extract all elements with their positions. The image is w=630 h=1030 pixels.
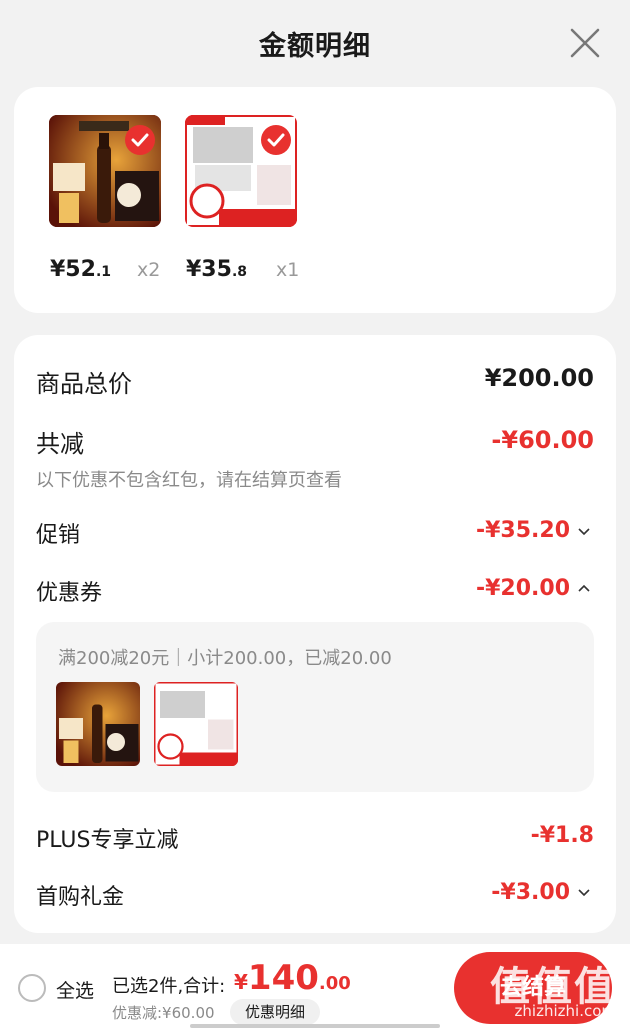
home-indicator[interactable] xyxy=(190,1024,440,1028)
coupon-label[interactable]: 优惠券 xyxy=(36,575,102,607)
coupon-product-image-beer xyxy=(56,682,140,766)
total-reduce-label: 共减 xyxy=(36,430,84,458)
coupon-product-image-book xyxy=(154,682,238,766)
total-amount: ¥140.00 xyxy=(234,958,351,998)
product-quantity: x2 xyxy=(137,259,161,281)
product-quantity: x1 xyxy=(276,259,300,281)
watermark-url: zhizhizhi.com xyxy=(514,1002,616,1020)
first-purchase-gift-value[interactable]: -¥3.00 xyxy=(491,880,570,905)
promo-label[interactable]: 促销 xyxy=(36,517,80,549)
chevron-up-icon[interactable] xyxy=(578,584,590,592)
chevron-down-icon[interactable] xyxy=(578,889,590,897)
discount-note: 以下优惠不包含红包，请在结算页查看 xyxy=(36,470,342,491)
product-price: ¥35.8 xyxy=(186,257,247,282)
plus-discount-label: PLUS专享立减 xyxy=(36,828,179,853)
selected-count: 已选2件,合计: xyxy=(112,976,226,997)
chevron-down-icon[interactable] xyxy=(578,528,590,536)
coupon-description: 满200减20元｜小计200.00，已减20.00 xyxy=(58,648,392,669)
coupon-value[interactable]: -¥20.00 xyxy=(476,576,570,601)
select-all-label[interactable]: 全选 xyxy=(56,976,94,1003)
radio-icon[interactable] xyxy=(18,974,46,1002)
product-price: ¥52.1 xyxy=(50,257,111,282)
total-price-label: 商品总价 xyxy=(36,370,132,398)
coupon-detail-box: 满200减20元｜小计200.00，已减20.00 xyxy=(36,622,594,792)
discount-detail-button[interactable]: 优惠明细 xyxy=(230,999,320,1025)
header: 金额明细 xyxy=(0,0,630,88)
product-image-beer[interactable] xyxy=(49,115,161,227)
plus-discount-value: -¥1.8 xyxy=(530,823,594,848)
first-purchase-gift-label[interactable]: 首购礼金 xyxy=(36,879,124,911)
product-image-book[interactable] xyxy=(185,115,297,227)
bottom-bar: 全选 已选2件,合计: ¥140.00 优惠减:¥60.00 优惠明细 去结算 … xyxy=(0,944,630,1030)
total-price-value: ¥200.00 xyxy=(484,364,594,392)
check-icon xyxy=(125,125,155,155)
promo-value[interactable]: -¥35.20 xyxy=(476,518,570,543)
products-card: ¥52.1 x2 ¥35.8 x1 xyxy=(14,87,616,313)
close-icon[interactable] xyxy=(568,26,602,60)
discount-summary: 优惠减:¥60.00 xyxy=(112,1004,215,1022)
check-icon xyxy=(261,125,291,155)
total-reduce-value: -¥60.00 xyxy=(491,426,594,454)
page-title: 金额明细 xyxy=(259,31,371,62)
